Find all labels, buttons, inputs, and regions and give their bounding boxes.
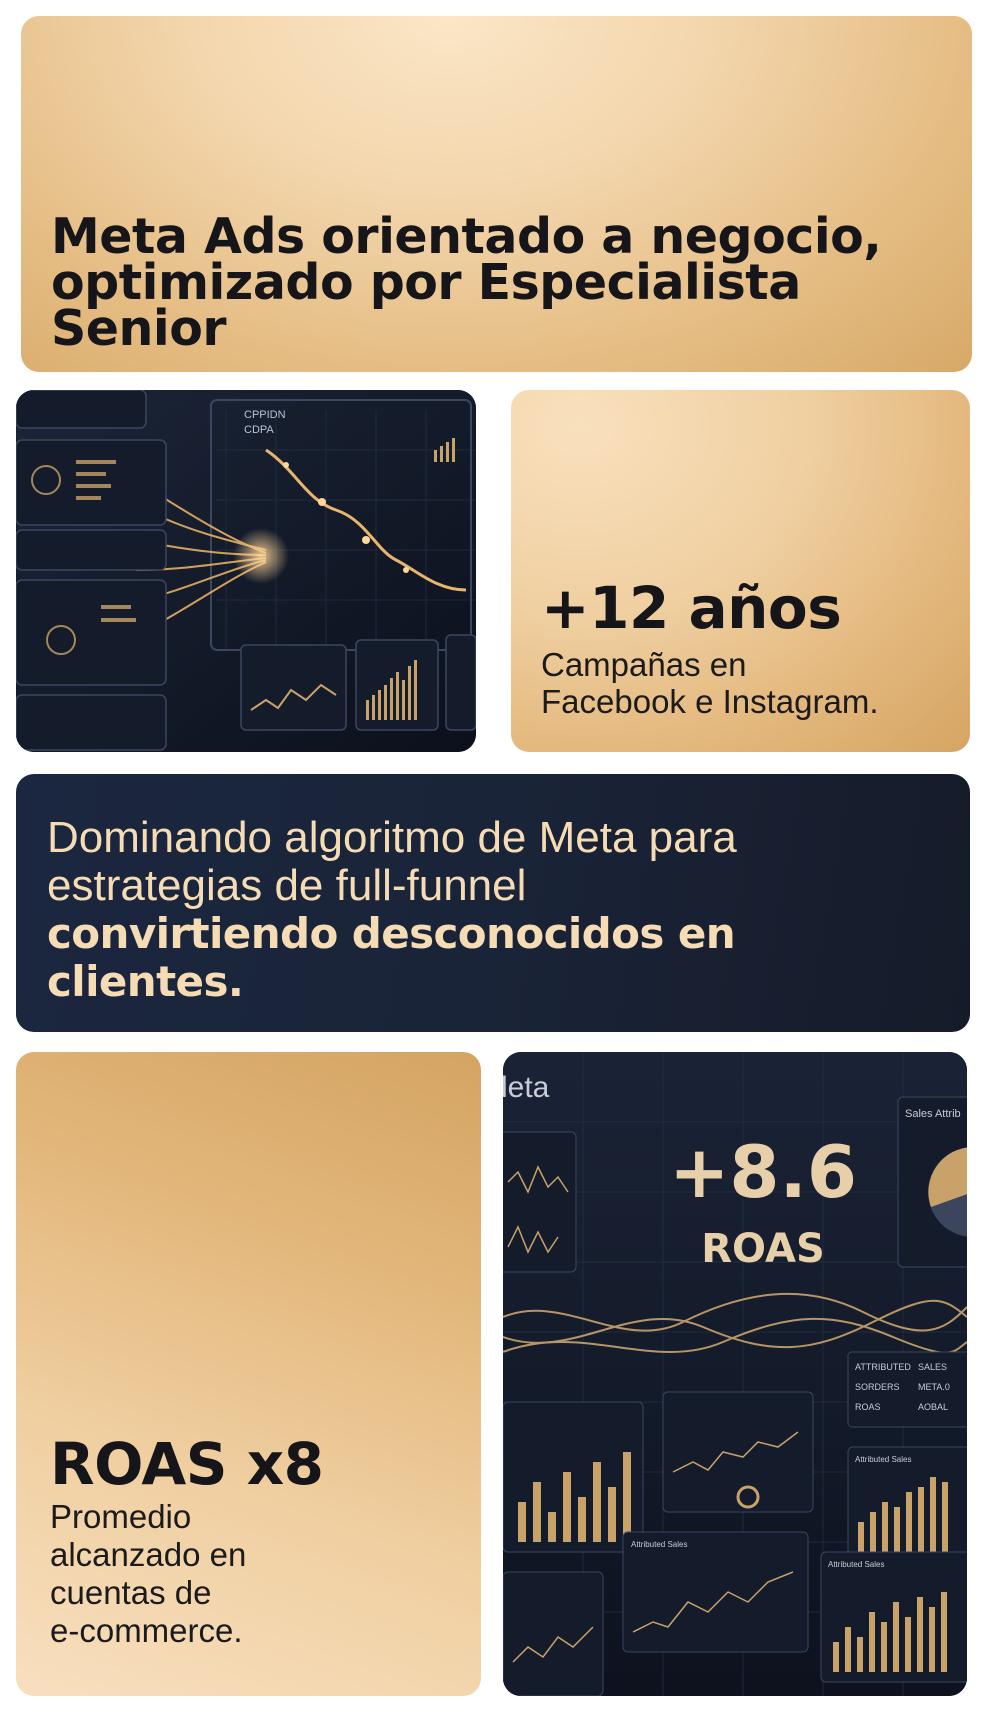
banner-line2: estrategias de full-funnel	[47, 861, 527, 910]
table-row1-value: SALES	[918, 1362, 947, 1372]
strategy-text: Dominando algoritmo de Meta para estrate…	[47, 814, 940, 1006]
roas-big-label: ROAS	[701, 1226, 825, 1272]
table-row3-value: AOBAL	[918, 1402, 948, 1412]
strategy-banner: Dominando algoritmo de Meta para estrate…	[16, 774, 970, 1032]
roas-dashboard-illustration: leta +8.6 ROAS Sales Attrib ATTRIBUTED S…	[503, 1052, 967, 1696]
years-value: +12 años	[541, 574, 842, 642]
table-row2-value: META.0	[918, 1382, 950, 1392]
dashboard-label-cdpa: CDPA	[244, 424, 274, 436]
attributed-sales-mini3: Attributed Sales	[828, 1560, 884, 1569]
banner-line3-bold: convirtiendo desconocidos en	[47, 909, 736, 958]
banner-line1: Dominando algoritmo de Meta para	[47, 813, 737, 862]
banner-line4-bold: clientes.	[47, 957, 244, 1006]
hero-card: Meta Ads orientado a negocio, optimizado…	[21, 16, 972, 372]
years-desc-line2: Facebook e Instagram.	[541, 683, 879, 720]
roas-big-value: +8.6	[669, 1130, 857, 1214]
hero-title-line3: Senior	[51, 300, 227, 357]
table-row3-label: ROAS	[855, 1402, 881, 1412]
years-experience-card: +12 años Campañas en Facebook e Instagra…	[511, 390, 970, 752]
sales-attrib-title: Sales Attrib	[905, 1108, 961, 1120]
attributed-sales-mini2: Attributed Sales	[631, 1540, 687, 1549]
table-row2-label: SORDERS	[855, 1382, 900, 1392]
roas-dashboard-image: leta +8.6 ROAS Sales Attrib ATTRIBUTED S…	[503, 1052, 967, 1696]
analytics-dashboard-image: CPPIDN CDPA	[16, 390, 476, 752]
roas-value: ROAS x8	[50, 1430, 324, 1498]
table-row1-label: ATTRIBUTED	[855, 1362, 911, 1372]
years-desc-line1: Campañas en	[541, 646, 747, 683]
meta-brand-text: leta	[503, 1071, 550, 1104]
roas-card: ROAS x8 Promedio alcanzado en cuentas de…	[16, 1052, 481, 1696]
roas-desc-line2: alcanzado en	[50, 1536, 247, 1573]
hero-title: Meta Ads orientado a negocio, optimizado…	[51, 212, 942, 357]
roas-desc-line4: e-commerce.	[50, 1612, 243, 1649]
attributed-sales-mini1: Attributed Sales	[855, 1455, 911, 1464]
roas-desc-line1: Promedio	[50, 1498, 192, 1535]
dashboard-label-cppidn: CPPIDN	[244, 409, 286, 421]
dashboard-illustration: CPPIDN CDPA	[16, 390, 476, 752]
roas-desc-line3: cuentas de	[50, 1574, 212, 1611]
